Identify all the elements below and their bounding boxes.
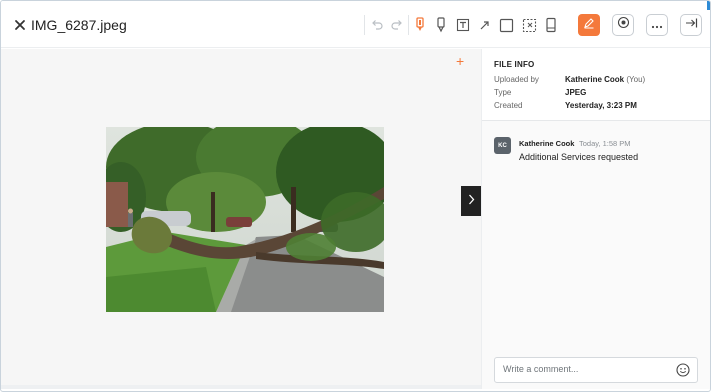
photo-image (106, 127, 384, 312)
file-name-title: IMG_6287.jpeg (31, 17, 127, 33)
redo-icon[interactable] (389, 15, 405, 35)
toolbar-divider (408, 15, 409, 35)
created-value: Yesterday, 3:23 PM (565, 101, 637, 110)
header-bar: IMG_6287.jpeg (1, 1, 710, 48)
window-corner-indicator (707, 1, 710, 10)
file-info-section: FILE INFO Uploaded by Katherine Cook (Yo… (482, 49, 710, 121)
undo-icon[interactable] (369, 15, 385, 35)
rectangle-icon[interactable] (498, 15, 514, 35)
collapse-panel-icon (685, 16, 698, 34)
toolbar-divider (364, 15, 365, 35)
file-info-value: Yesterday, 3:23 PM (565, 101, 637, 110)
target-icon (617, 16, 630, 34)
uploader-name: Katherine Cook (565, 75, 625, 84)
marker-icon[interactable] (434, 15, 448, 35)
details-panel: FILE INFO Uploaded by Katherine Cook (Yo… (481, 49, 710, 389)
file-info-title: FILE INFO (494, 60, 535, 69)
comment-input[interactable] (503, 364, 663, 374)
file-info-key: Created (494, 101, 523, 110)
comment-timestamp: Today, 1:58 PM (579, 139, 631, 148)
arrow-icon[interactable] (477, 15, 493, 35)
close-icon[interactable] (14, 18, 26, 30)
comment-box (494, 357, 698, 383)
bookmark-icon[interactable] (543, 15, 559, 35)
file-info-key: Type (494, 88, 512, 97)
highlight-pen-icon[interactable] (413, 15, 427, 35)
target-button[interactable] (612, 14, 634, 36)
preview-bottom-bar (1, 385, 481, 389)
comment-text: Additional Services requested (519, 152, 639, 162)
more-icon (651, 16, 663, 34)
file-info-value: Katherine Cook (You) (565, 75, 645, 84)
file-type-value: JPEG (565, 88, 587, 97)
edit-button[interactable] (578, 14, 600, 36)
more-button[interactable] (646, 14, 668, 36)
chevron-right-icon (468, 192, 475, 210)
add-annotation-button[interactable]: + (456, 54, 464, 68)
emoji-icon[interactable] (676, 363, 690, 377)
file-info-key: Uploaded by (494, 75, 539, 84)
avatar: KC (494, 137, 511, 154)
preview-area: + (1, 49, 481, 389)
file-viewer-window: IMG_6287.jpeg + FILE INFO Uploaded by Ka… (0, 0, 711, 392)
text-box-icon[interactable] (455, 15, 471, 35)
area-select-icon[interactable] (521, 15, 537, 35)
comment-author[interactable]: Katherine Cook (519, 139, 574, 148)
file-info-value: JPEG (565, 88, 586, 97)
edit-icon (583, 16, 595, 34)
collapse-panel-button[interactable] (680, 14, 702, 36)
next-file-button[interactable] (461, 186, 481, 216)
uploader-suffix: (You) (626, 75, 646, 84)
